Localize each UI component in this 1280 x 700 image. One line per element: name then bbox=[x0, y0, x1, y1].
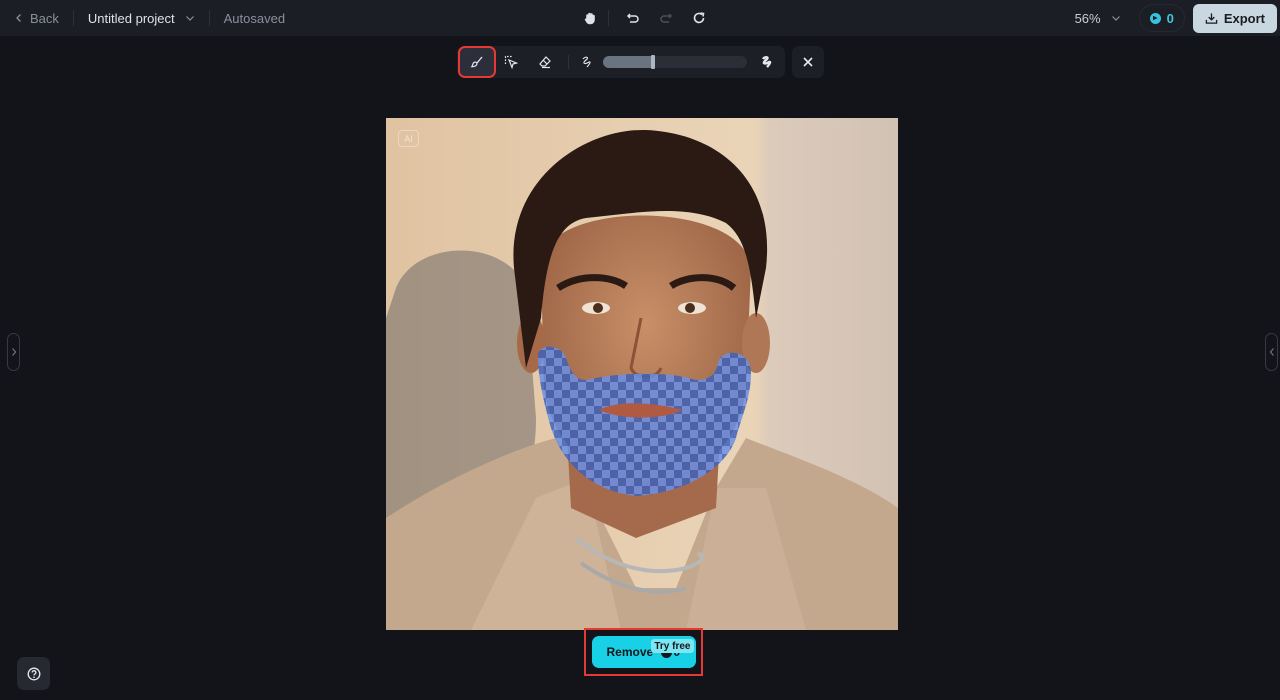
redo-button[interactable] bbox=[654, 6, 678, 30]
help-button[interactable] bbox=[17, 657, 50, 690]
brush-tool-button[interactable] bbox=[458, 46, 496, 78]
chevron-down-icon bbox=[185, 16, 194, 21]
try-free-badge: Try free bbox=[651, 639, 694, 653]
eraser-icon bbox=[539, 56, 551, 69]
divider bbox=[568, 55, 569, 69]
help-icon bbox=[27, 667, 40, 680]
top-bar-right: 56% 0 Export bbox=[1075, 0, 1280, 36]
right-panel-toggle[interactable] bbox=[1265, 333, 1278, 371]
remove-button-highlight: Remove 0 Try free bbox=[584, 628, 703, 676]
undo-button[interactable] bbox=[621, 6, 645, 30]
project-title: Untitled project bbox=[87, 10, 175, 26]
chevron-down-icon bbox=[1111, 16, 1120, 21]
export-button[interactable]: Export bbox=[1192, 3, 1277, 33]
refresh-button[interactable] bbox=[687, 6, 711, 30]
image-canvas[interactable]: AI bbox=[386, 118, 898, 630]
zoom-dropdown[interactable]: 56% bbox=[1075, 11, 1121, 26]
brush-size-slider-thumb[interactable] bbox=[651, 55, 656, 69]
download-icon bbox=[1205, 12, 1218, 24]
select-area-icon bbox=[504, 55, 518, 69]
close-icon bbox=[803, 57, 813, 67]
brush-size-large-indicator bbox=[755, 48, 779, 76]
brush-size-small-icon bbox=[582, 56, 591, 68]
chevron-left-icon bbox=[16, 14, 21, 22]
mask-toolbar bbox=[457, 46, 785, 78]
back-label: Back bbox=[30, 10, 59, 26]
select-area-tool-button[interactable] bbox=[494, 48, 528, 76]
top-bar: Back Untitled project Autosaved 56% 0 Ex… bbox=[0, 0, 1280, 36]
remove-label: Remove bbox=[606, 645, 654, 659]
brush-size-slider[interactable] bbox=[603, 55, 747, 69]
left-panel-toggle[interactable] bbox=[7, 333, 20, 371]
divider bbox=[208, 10, 210, 26]
zoom-level: 56% bbox=[1074, 10, 1101, 26]
ai-badge: AI bbox=[398, 130, 419, 147]
close-toolbar-button[interactable] bbox=[792, 46, 824, 78]
top-bar-left: Back Untitled project Autosaved bbox=[14, 0, 285, 36]
portrait-photo bbox=[386, 118, 898, 630]
refresh-icon bbox=[693, 12, 705, 24]
credit-icon bbox=[1149, 12, 1161, 24]
save-status: Autosaved bbox=[223, 10, 286, 26]
divider bbox=[72, 10, 74, 26]
chevron-right-icon bbox=[11, 348, 16, 356]
hand-tool-button[interactable] bbox=[578, 6, 602, 30]
brush-size-large-icon bbox=[762, 56, 772, 68]
export-label: Export bbox=[1223, 10, 1265, 26]
back-button[interactable]: Back bbox=[14, 11, 59, 26]
remove-button[interactable]: Remove 0 Try free bbox=[591, 636, 696, 668]
credits-badge[interactable]: 0 bbox=[1138, 4, 1185, 32]
chevron-left-icon bbox=[1269, 348, 1274, 356]
brush-size-slider-fill bbox=[603, 56, 654, 68]
brush-icon bbox=[470, 56, 483, 68]
divider bbox=[608, 10, 609, 26]
undo-icon bbox=[626, 13, 639, 23]
hand-icon bbox=[584, 12, 595, 25]
credits-count: 0 bbox=[1166, 10, 1174, 26]
top-bar-center bbox=[578, 0, 711, 36]
redo-icon bbox=[660, 13, 673, 23]
eraser-tool-button[interactable] bbox=[528, 48, 562, 76]
project-title-dropdown[interactable]: Untitled project bbox=[88, 11, 195, 26]
brush-size-small-indicator bbox=[575, 48, 599, 76]
